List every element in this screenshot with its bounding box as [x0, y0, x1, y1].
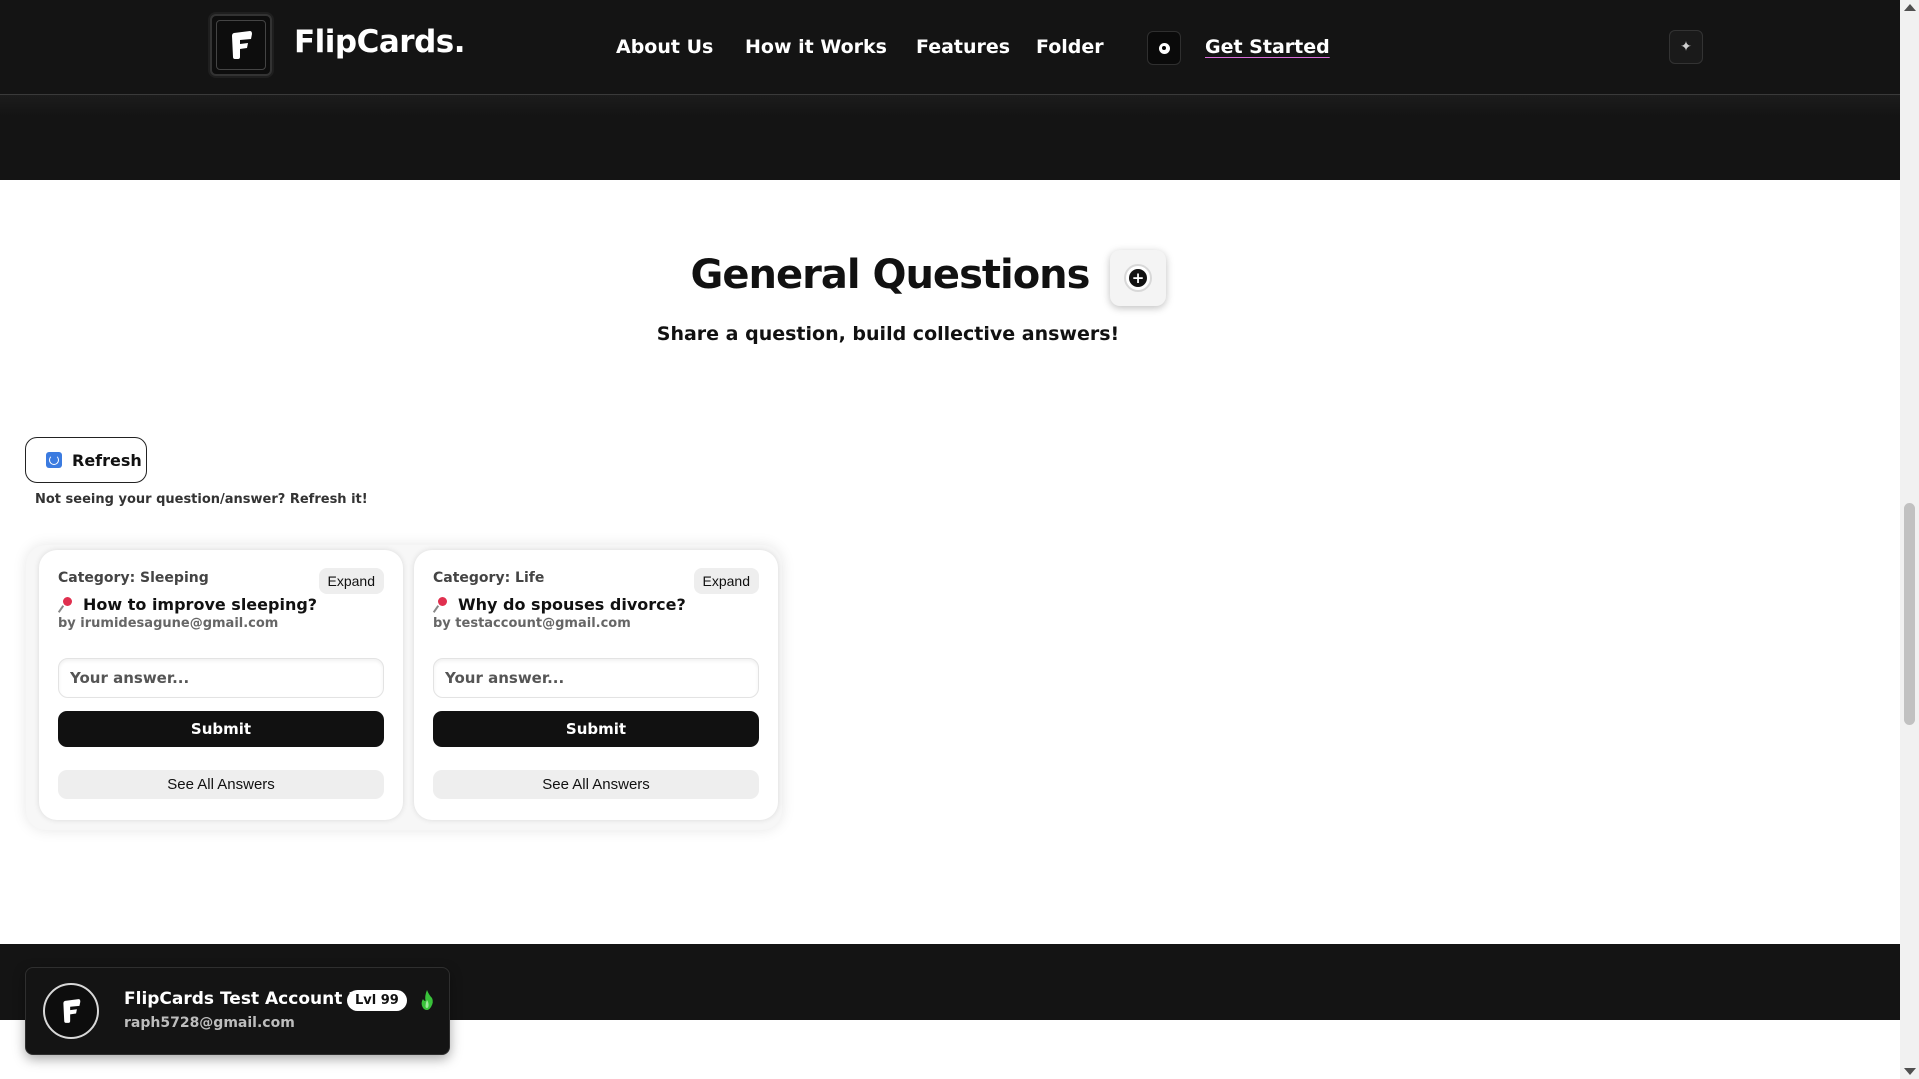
refresh-button[interactable]: Refresh: [25, 437, 147, 483]
question-text: Why do spouses divorce?: [458, 595, 686, 614]
question-title: How to improve sleeping?: [58, 595, 317, 614]
scroll-up-arrow-icon[interactable]: [1904, 4, 1916, 11]
scrollbar-thumb[interactable]: [1904, 503, 1915, 725]
answer-input[interactable]: [58, 658, 384, 698]
header-band: [0, 95, 1900, 180]
answer-input[interactable]: [433, 658, 759, 698]
scroll-down-arrow-icon[interactable]: [1904, 1068, 1916, 1075]
brand-name[interactable]: FlipCards.: [294, 24, 466, 60]
logo-button[interactable]: [210, 14, 272, 76]
refresh-hint: Not seeing your question/answer? Refresh…: [35, 492, 368, 507]
page-title: General Questions: [690, 252, 1091, 298]
refresh-icon: [46, 452, 62, 468]
refresh-label: Refresh: [72, 450, 142, 470]
get-started-link[interactable]: Get Started: [1205, 36, 1330, 58]
flipcards-logo-icon: [63, 999, 81, 1023]
plus-circle-icon: +: [1129, 269, 1147, 287]
account-card[interactable]: FlipCards Test Account 2 Lvl 99 raph5728…: [25, 967, 450, 1055]
top-navbar: FlipCards. About Us How it Works Feature…: [0, 0, 1900, 95]
record-icon: [1158, 42, 1170, 54]
expand-button[interactable]: Expand: [318, 568, 384, 594]
question-card: Category: Sleeping Expand How to improve…: [39, 550, 403, 820]
question-title: Why do spouses divorce?: [433, 595, 686, 614]
sparkle-icon: ✦: [1680, 39, 1692, 55]
expand-button[interactable]: Expand: [693, 568, 759, 594]
theme-toggle-button[interactable]: [1147, 31, 1181, 65]
page-subtitle: Share a question, build collective answe…: [656, 323, 1120, 345]
sparkle-button[interactable]: ✦: [1669, 30, 1703, 64]
account-email: raph5728@gmail.com: [124, 1015, 295, 1031]
add-question-button[interactable]: +: [1110, 250, 1166, 306]
level-badge: Lvl 99: [347, 990, 407, 1011]
page-scrollbar[interactable]: [1900, 0, 1919, 1079]
flipcards-logo-icon: [232, 31, 252, 59]
nav-link-folder[interactable]: Folder: [1036, 36, 1104, 58]
nav-link-about-us[interactable]: About Us: [616, 36, 713, 58]
question-text: How to improve sleeping?: [83, 595, 318, 614]
question-author: by irumidesagune@gmail.com: [58, 616, 279, 631]
pushpin-icon: [433, 596, 449, 613]
submit-answer-button[interactable]: Submit: [433, 711, 759, 747]
question-card: Category: Life Expand Why do spouses div…: [414, 550, 778, 820]
avatar: [43, 983, 99, 1039]
question-category: Category: Sleeping: [58, 570, 209, 586]
question-category: Category: Life: [433, 570, 545, 586]
nav-link-features[interactable]: Features: [916, 36, 1010, 58]
see-all-answers-button[interactable]: See All Answers: [433, 770, 759, 799]
see-all-answers-button[interactable]: See All Answers: [58, 770, 384, 799]
submit-answer-button[interactable]: Submit: [58, 711, 384, 747]
flame-icon: [421, 990, 433, 1010]
question-author: by testaccount@gmail.com: [433, 616, 631, 631]
account-name: FlipCards Test Account 2: [124, 989, 361, 1009]
pushpin-icon: [58, 596, 74, 613]
nav-link-how-it-works[interactable]: How it Works: [745, 36, 887, 58]
